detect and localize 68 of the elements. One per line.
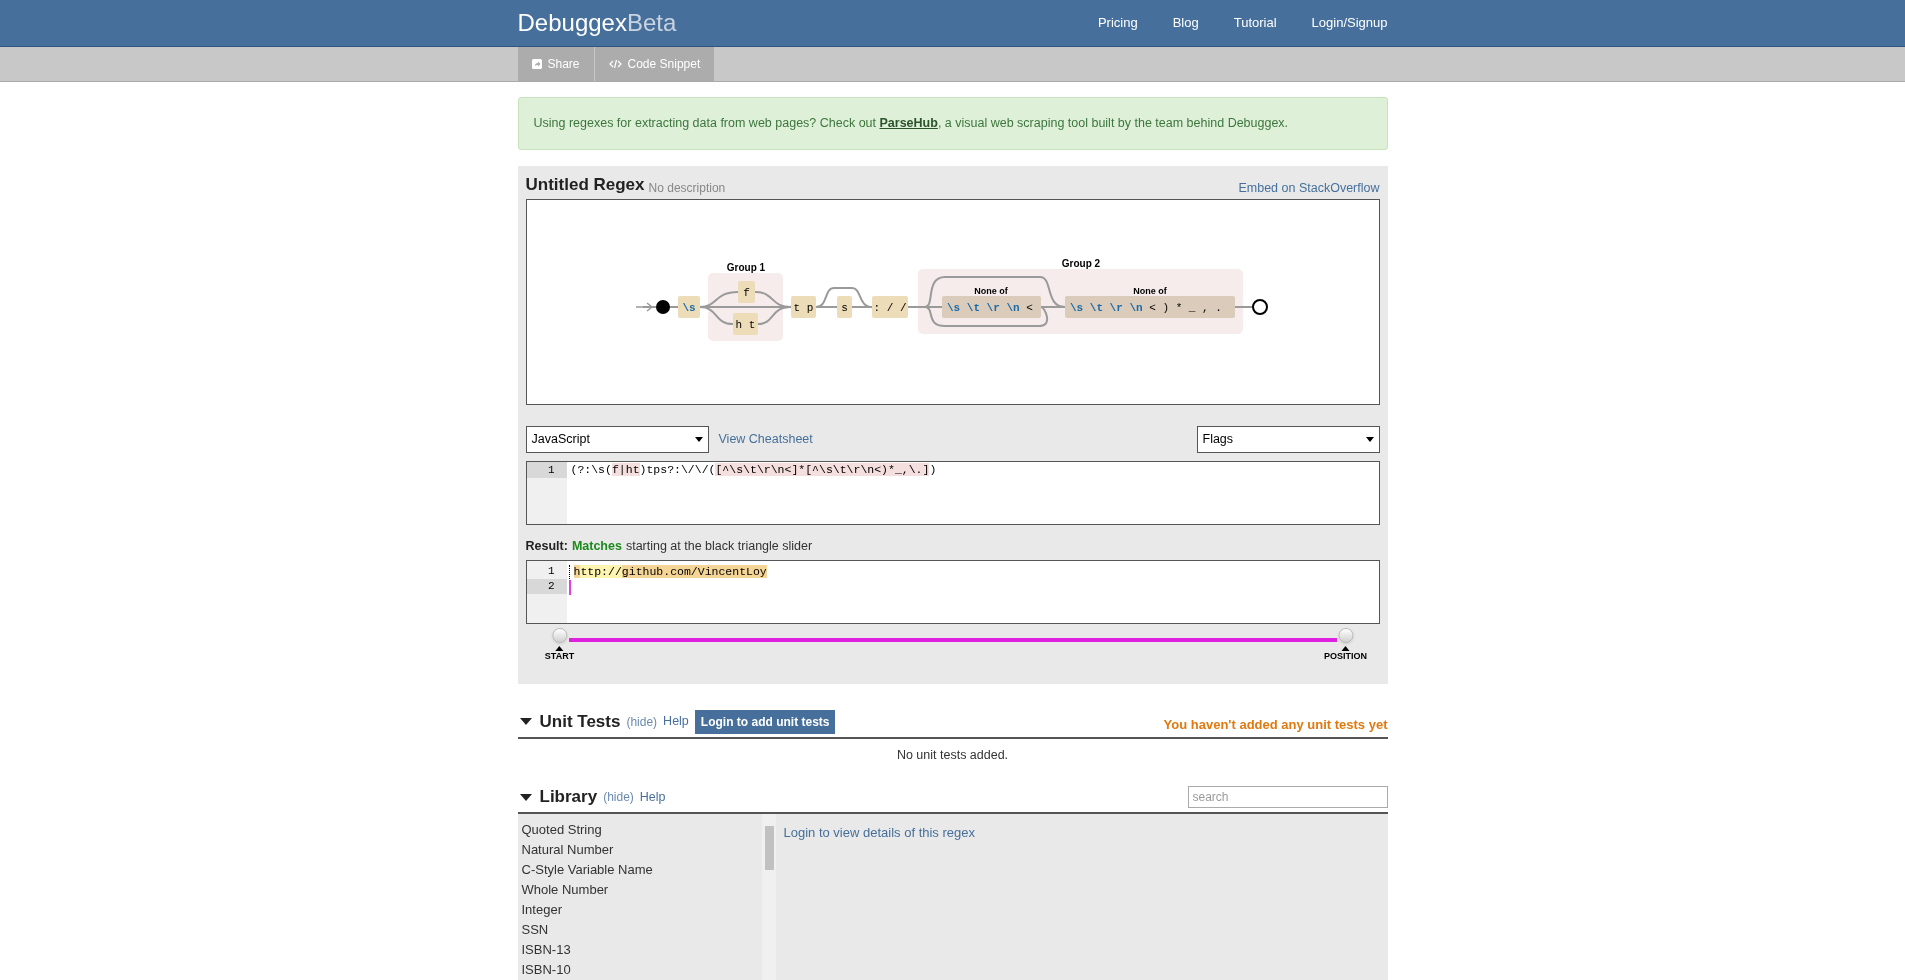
line-number: 2	[526, 579, 567, 594]
nav-link[interactable]: Login/Signup	[1311, 13, 1388, 33]
triangle-icon	[1341, 646, 1350, 651]
character-class-node: \s \t \r \n <	[941, 296, 1041, 319]
regex-editor[interactable]: 1 (?:\s(f|ht)tps?:\/\/([^\s\t\r\n<]*[^\s\t\r\n<)*_,\.])	[525, 461, 1380, 526]
share-icon	[531, 59, 542, 69]
library-item[interactable]: ISBN-10	[521, 959, 762, 980]
library-item[interactable]: Whole Number	[521, 879, 762, 900]
cheatsheet-link[interactable]: View Cheatsheet	[718, 430, 813, 450]
hide-link[interactable]: (hide)	[603, 788, 634, 806]
triangle-icon	[555, 646, 564, 651]
test-string-editor[interactable]: 1 2 http://github.com/VincentLoy	[525, 560, 1380, 624]
embed-link[interactable]: Embed on StackOverflow	[1238, 178, 1380, 198]
slider-handle[interactable]	[552, 628, 567, 643]
start-node	[655, 300, 670, 315]
regex-code[interactable]: (?:\s(f|ht)tps?:\/\/([^\s\t\r\n<]*[^\s\t\r\n<)*_,\.])	[566, 462, 937, 525]
result-note: starting at the black triangle slider	[625, 538, 813, 556]
library-item[interactable]: Natural Number	[521, 839, 762, 860]
nav-link[interactable]: Tutorial	[1233, 13, 1277, 33]
caret-icon	[1365, 437, 1374, 443]
literal-node: : / /	[871, 296, 908, 319]
slider-label: START	[544, 651, 575, 661]
arrow-icon	[634, 302, 653, 312]
collapse-icon[interactable]	[519, 718, 532, 726]
literal-node: t p	[790, 296, 816, 319]
literal-node: \s	[677, 296, 700, 319]
scrollbar[interactable]	[761, 813, 776, 980]
regex-detail-link[interactable]: Login to view details of this regex	[783, 824, 975, 840]
caret-icon	[694, 437, 703, 443]
slider-label: POSITION	[1324, 651, 1367, 661]
logo[interactable]: DebuggexBeta	[517, 5, 677, 41]
text-cursor	[568, 580, 571, 595]
code-icon	[608, 59, 622, 69]
section-title: Library	[539, 786, 598, 809]
help-link[interactable]: Help	[663, 712, 689, 732]
promo-banner: Using regexes for extracting data from web pages? Check out ParseHub, a visual web scraping tool built by the team behind Debuggex.	[517, 97, 1388, 150]
regex-description[interactable]: No description	[648, 179, 726, 198]
literal-node: h t	[732, 313, 758, 336]
library-item[interactable]: C-Style Variable Name	[521, 859, 762, 880]
flags-dropdown[interactable]: Flags	[1196, 426, 1380, 454]
slider-handle[interactable]	[1338, 628, 1353, 643]
flavor-dropdown[interactable]: JavaScript	[525, 426, 709, 454]
library-item[interactable]: Quoted String	[521, 819, 762, 840]
collapse-icon[interactable]	[519, 793, 532, 801]
group-label: Group 2	[1061, 258, 1100, 270]
match-status: Matches	[571, 538, 622, 556]
library-item[interactable]: SSN	[521, 919, 762, 940]
regex-title[interactable]: Untitled Regex	[525, 171, 645, 198]
nav-link[interactable]: Pricing	[1097, 13, 1138, 33]
nav-link[interactable]: Blog	[1172, 13, 1199, 33]
hide-link[interactable]: (hide)	[626, 712, 658, 731]
literal-node: s	[836, 296, 852, 319]
help-link[interactable]: Help	[639, 787, 666, 807]
character-class-node: \s \t \r \n < ) * _ , .	[1064, 296, 1235, 319]
class-label: None of	[1132, 286, 1167, 297]
search-field[interactable]: search	[1187, 785, 1388, 808]
class-label: None of	[973, 286, 1008, 297]
line-number: 1	[526, 462, 567, 479]
section-title: Unit Tests	[539, 711, 621, 733]
result-label: Result:	[525, 538, 568, 556]
empty-message: No unit tests added.	[895, 746, 1010, 764]
library-item[interactable]: Integer	[521, 899, 762, 920]
login-button[interactable]: Login to add unit tests	[694, 709, 836, 734]
line-number: 1	[546, 564, 556, 579]
warning-text: You haven't added any unit tests yet	[1163, 716, 1388, 734]
library-item[interactable]: ISBN-13	[521, 939, 762, 960]
group-label: Group 1	[726, 262, 765, 274]
end-node	[1251, 299, 1268, 316]
